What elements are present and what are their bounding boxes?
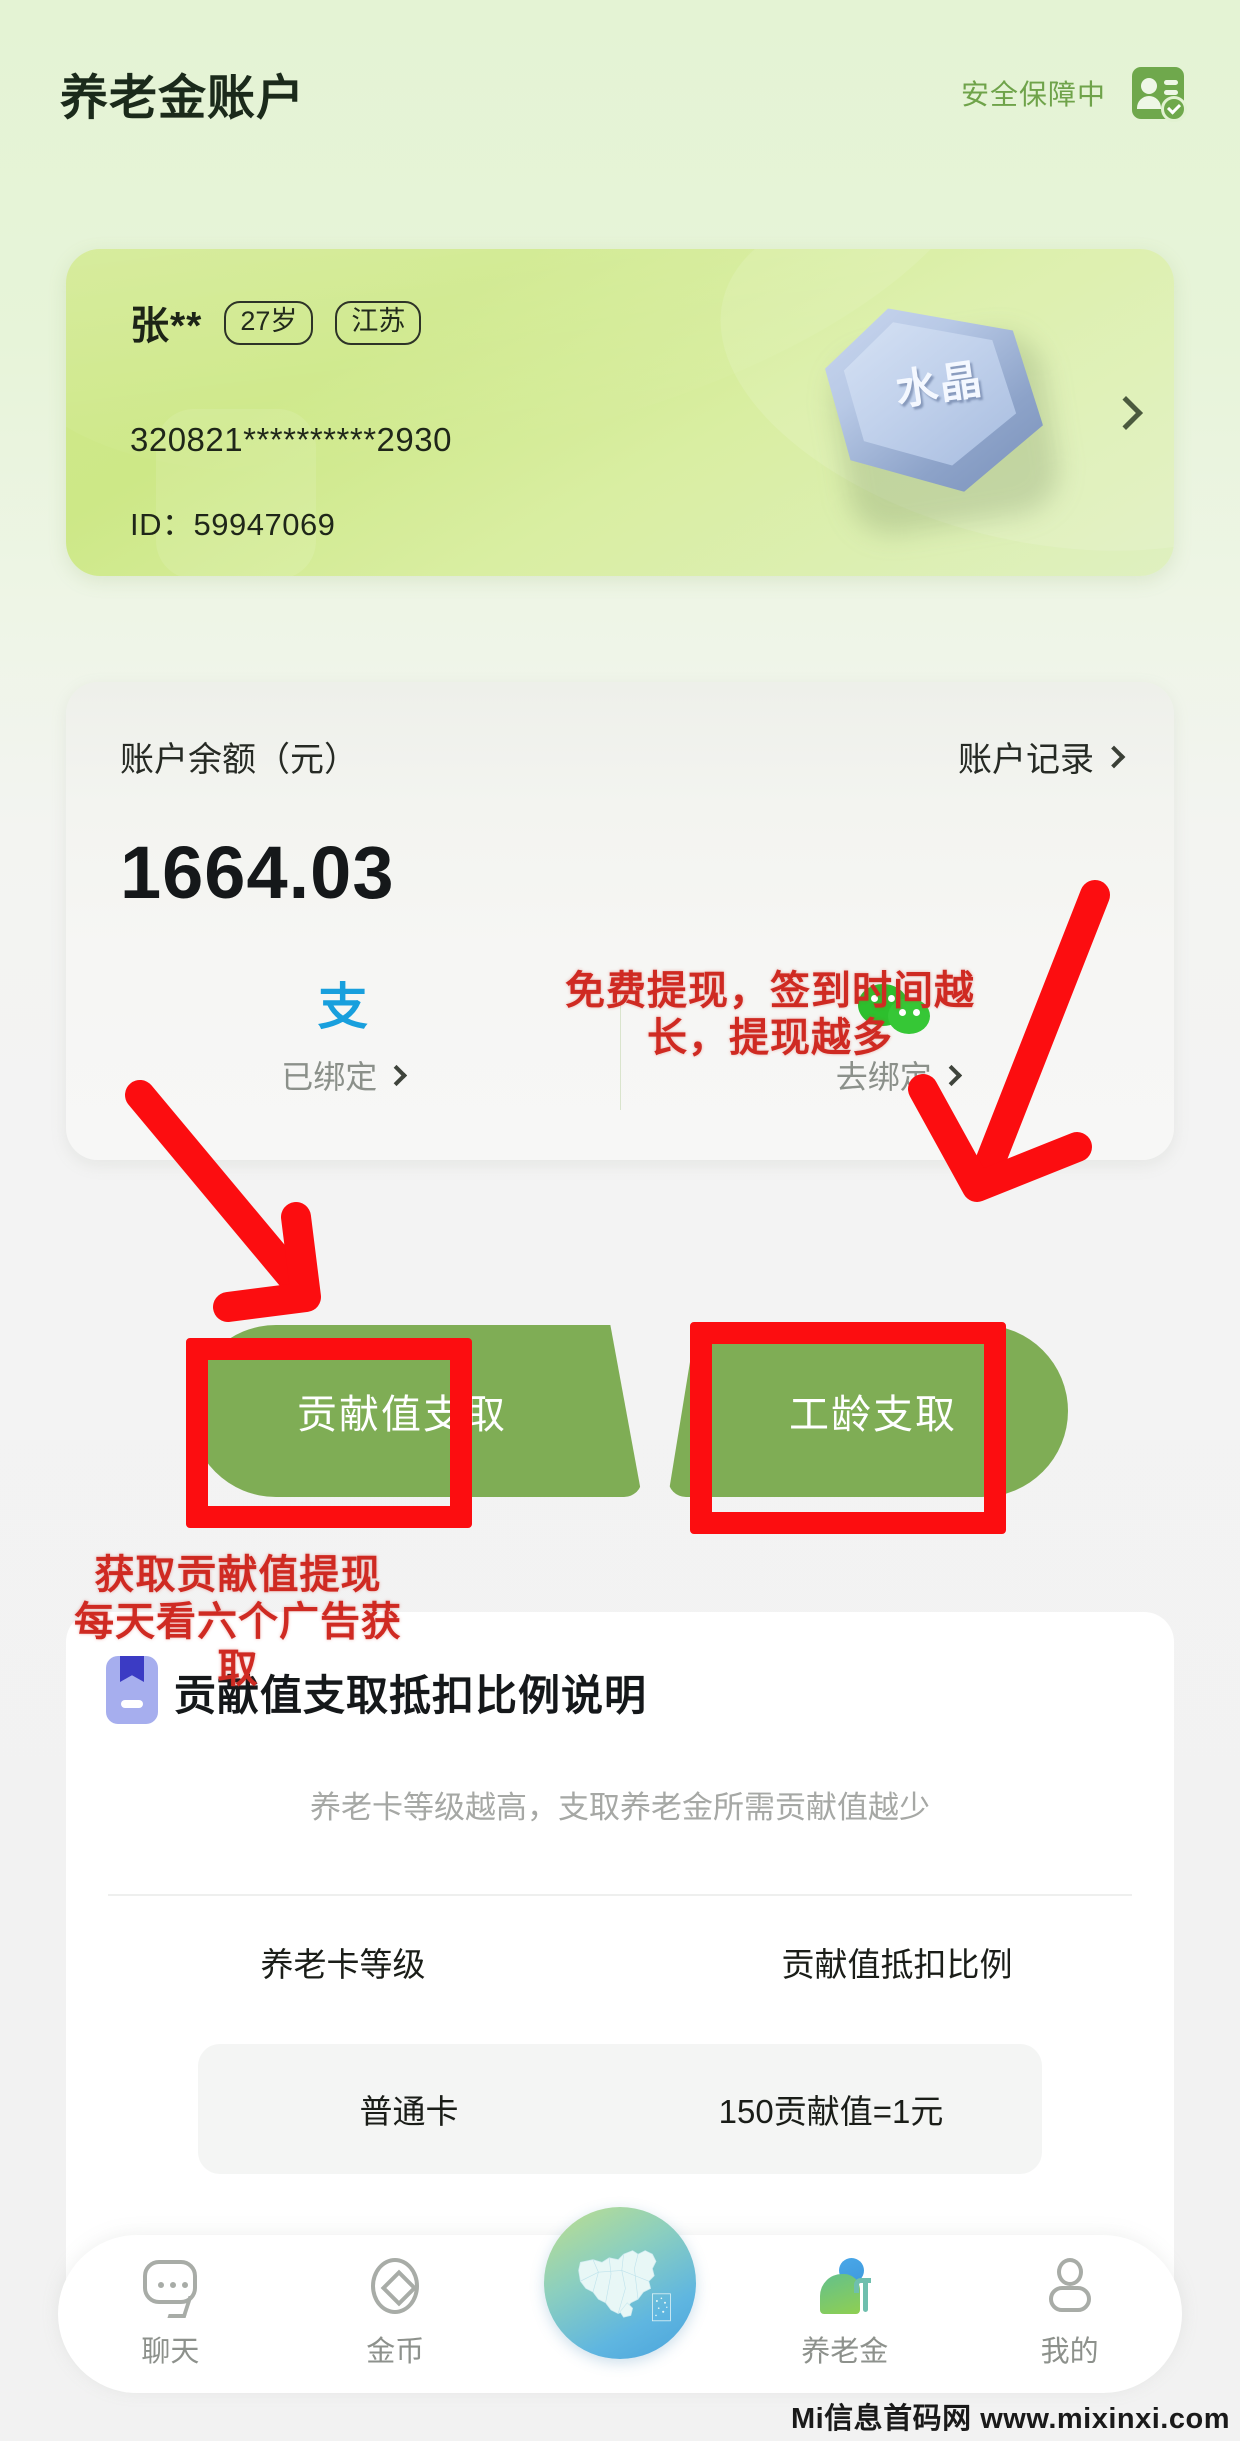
profile-age-tag: 27岁	[224, 301, 314, 345]
balance-label: 账户余额（元）	[120, 741, 358, 779]
chevron-right-icon	[1102, 745, 1126, 768]
profile-id-number: 320821**********2930	[130, 421, 452, 458]
elderly-person-icon	[814, 2258, 876, 2316]
chevron-right-icon	[386, 1064, 408, 1086]
page-header: 养老金账户 安全保障中	[0, 0, 1240, 185]
table-header-cell: 贡献值抵扣比例	[781, 1946, 1013, 1983]
nav-item-profile[interactable]: 我的	[957, 2258, 1182, 2370]
contribution-info-card: 贡献值支取抵扣比例说明 养老卡等级越高，支取养老金所需贡献值越少 养老卡等级 贡…	[66, 1612, 1174, 2292]
table-cell-card-level: 普通卡	[359, 2093, 459, 2130]
annotation-box-seniority-button	[690, 1322, 1006, 1534]
chat-bubble-icon	[139, 2258, 201, 2316]
wechat-bind-status[interactable]: 去绑定	[835, 1052, 962, 1098]
annotation-box-contribution-button	[186, 1338, 472, 1528]
wechat-bind-status-label: 去绑定	[835, 1059, 932, 1095]
nav-item-pension[interactable]: 养老金	[732, 2258, 957, 2370]
alipay-binding-item[interactable]: 支 已绑定	[66, 982, 620, 1132]
id-card-verified-icon	[1132, 66, 1187, 122]
balance-amount: 1664.03	[120, 831, 395, 914]
info-subtitle: 养老卡等级越高，支取养老金所需贡献值越少	[310, 1790, 930, 1825]
profile-name: 张**	[130, 305, 203, 348]
profile-card[interactable]: 张** 27岁 江苏 320821**********2930 ID：59947…	[66, 249, 1174, 576]
profile-name-row: 张** 27岁 江苏	[130, 295, 422, 351]
card-bookmark-icon	[106, 1656, 158, 1724]
profile-region-tag: 江苏	[335, 301, 422, 345]
alipay-bind-status[interactable]: 已绑定	[281, 1052, 408, 1098]
page-title: 养老金账户	[60, 71, 306, 125]
user-profile-icon	[1039, 2258, 1101, 2316]
info-divider	[108, 1894, 1132, 1896]
info-header: 贡献值支取抵扣比例说明	[174, 1662, 647, 1723]
coin-diamond-icon	[364, 2258, 426, 2316]
nav-item-chat[interactable]: 聊天	[58, 2258, 283, 2370]
nav-label-chat: 聊天	[141, 2336, 200, 2368]
crystal-level-badge: 水晶	[814, 287, 1065, 541]
binding-row: 支 已绑定 去绑定	[66, 982, 1174, 1132]
alipay-bind-status-label: 已绑定	[281, 1059, 378, 1095]
wechat-binding-item[interactable]: 去绑定	[621, 982, 1175, 1132]
nav-item-coin[interactable]: 金币	[283, 2258, 508, 2370]
info-title: 贡献值支取抵扣比例说明	[174, 1672, 648, 1719]
site-watermark: Mi信息首码网 www.mixinxi.com	[790, 2403, 1230, 2435]
bottom-navigation-bar: 聊天 金币 . 养老金 我的	[58, 2207, 1182, 2393]
table-row: 普通卡 150贡献值=1元	[198, 2044, 1042, 2174]
china-map-outline	[578, 2250, 671, 2322]
chevron-right-icon	[940, 1064, 962, 1086]
table-header-cell: 养老卡等级	[260, 1946, 426, 1983]
table-cell-deduct-ratio: 150贡献值=1元	[718, 2093, 944, 2130]
wechat-icon	[858, 982, 936, 1038]
account-record-link[interactable]: 账户记录	[958, 732, 1126, 781]
alipay-icon: 支	[317, 979, 368, 1035]
profile-user-id: ID：59947069	[130, 507, 336, 542]
header-right-group[interactable]: 安全保障中	[960, 66, 1187, 122]
china-map-icon[interactable]	[544, 2207, 696, 2359]
nav-label-profile: 我的	[1040, 2336, 1099, 2368]
nav-label-pension: 养老金	[801, 2336, 889, 2368]
table-header-row: 养老卡等级 贡献值抵扣比例	[66, 1938, 1174, 1986]
balance-card: 账户余额（元） 账户记录 1664.03 支 已绑定 去绑定	[66, 682, 1174, 1160]
account-record-label: 账户记录	[958, 741, 1094, 779]
security-status-text: 安全保障中	[960, 78, 1106, 110]
nav-label-coin: 金币	[366, 2336, 425, 2368]
